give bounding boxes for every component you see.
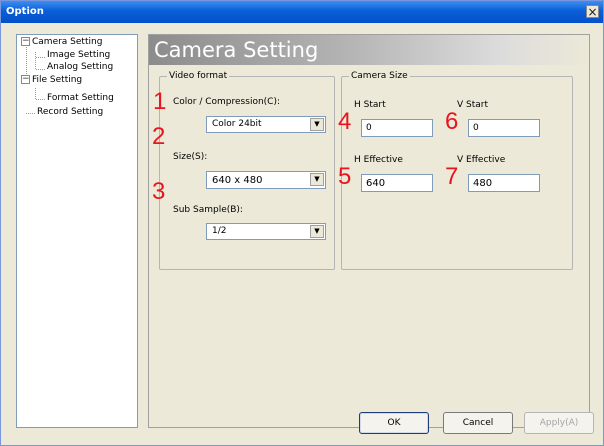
- tree-item-label: Format Setting: [47, 93, 114, 103]
- select-value: 1/2: [212, 226, 227, 236]
- select-value: 640 x 480: [212, 175, 263, 186]
- group-label: Video format: [167, 70, 230, 82]
- tree-connector: [36, 57, 45, 58]
- tree-item-file-setting[interactable]: − File Setting: [21, 75, 82, 86]
- close-icon[interactable]: ×: [586, 5, 599, 18]
- annotation-number-7: 7: [445, 163, 459, 190]
- annotation-number-1: 1: [153, 88, 167, 115]
- v-start-label: V Start: [457, 100, 489, 110]
- page-banner: Camera Setting: [149, 35, 589, 65]
- tree-item-analog-setting[interactable]: Analog Setting: [47, 62, 113, 73]
- cancel-button[interactable]: Cancel: [443, 412, 513, 434]
- collapse-icon[interactable]: −: [21, 37, 30, 46]
- annotation-number-2: 2: [152, 123, 166, 150]
- tree-connector: [36, 69, 45, 70]
- option-dialog: Option × − Camera Setting Image Setting A…: [0, 0, 604, 446]
- tree-connector: [35, 52, 36, 69]
- select-value: Color 24bit: [212, 119, 262, 129]
- tree-item-record-setting[interactable]: Record Setting: [37, 107, 103, 118]
- h-effective-label: H Effective: [354, 155, 403, 165]
- annotation-number-3: 3: [152, 178, 166, 205]
- annotation-number-5: 5: [338, 163, 352, 190]
- settings-tree[interactable]: − Camera Setting Image Setting Analog Set…: [16, 34, 138, 428]
- dialog-body: − Camera Setting Image Setting Analog Set…: [1, 23, 603, 445]
- tree-item-image-setting[interactable]: Image Setting: [47, 50, 110, 61]
- sub-sample-label: Sub Sample(B):: [173, 205, 243, 215]
- tree-connector: [26, 113, 35, 114]
- size-label: Size(S):: [173, 152, 208, 162]
- input-value: 0: [366, 123, 372, 133]
- v-start-input[interactable]: 0: [468, 119, 540, 137]
- tree-item-label: Record Setting: [37, 107, 104, 117]
- chevron-down-icon[interactable]: ▼: [310, 173, 324, 186]
- annotation-number-4: 4: [338, 108, 352, 135]
- input-value: 640: [366, 178, 386, 189]
- color-compression-label: Color / Compression(C):: [173, 97, 280, 107]
- input-value: 0: [473, 123, 479, 133]
- h-start-input[interactable]: 0: [361, 119, 433, 137]
- window-title: Option: [6, 6, 44, 17]
- tree-item-label: Analog Setting: [47, 62, 114, 72]
- tree-item-format-setting[interactable]: Format Setting: [47, 93, 114, 104]
- settings-panel: Camera Setting Video format Color / Comp…: [148, 34, 590, 428]
- tree-connector: [36, 99, 45, 100]
- sub-sample-select[interactable]: 1/2 ▼: [206, 223, 326, 240]
- chevron-down-icon[interactable]: ▼: [310, 118, 324, 131]
- tree-item-label: File Setting: [32, 75, 83, 85]
- tree-item-camera-setting[interactable]: − Camera Setting: [21, 37, 102, 48]
- v-effective-input[interactable]: 480: [468, 174, 540, 192]
- collapse-icon[interactable]: −: [21, 75, 30, 84]
- color-compression-select[interactable]: Color 24bit ▼: [206, 116, 326, 133]
- input-value: 480: [473, 178, 493, 189]
- size-select[interactable]: 640 x 480 ▼: [206, 171, 326, 189]
- tree-connector: [35, 88, 36, 99]
- title-bar[interactable]: Option: [1, 1, 603, 23]
- v-effective-label: V Effective: [457, 155, 506, 165]
- page-title: Camera Setting: [154, 38, 319, 62]
- h-effective-input[interactable]: 640: [361, 174, 433, 192]
- tree-item-label: Image Setting: [47, 50, 111, 60]
- tree-item-label: Camera Setting: [32, 37, 103, 47]
- video-format-group: Video format Color / Compression(C): Col…: [159, 70, 335, 270]
- group-label: Camera Size: [349, 70, 410, 82]
- annotation-number-6: 6: [445, 108, 459, 135]
- apply-button[interactable]: Apply(A): [524, 412, 594, 434]
- h-start-label: H Start: [354, 100, 386, 110]
- ok-button[interactable]: OK: [359, 412, 429, 434]
- chevron-down-icon[interactable]: ▼: [310, 225, 324, 238]
